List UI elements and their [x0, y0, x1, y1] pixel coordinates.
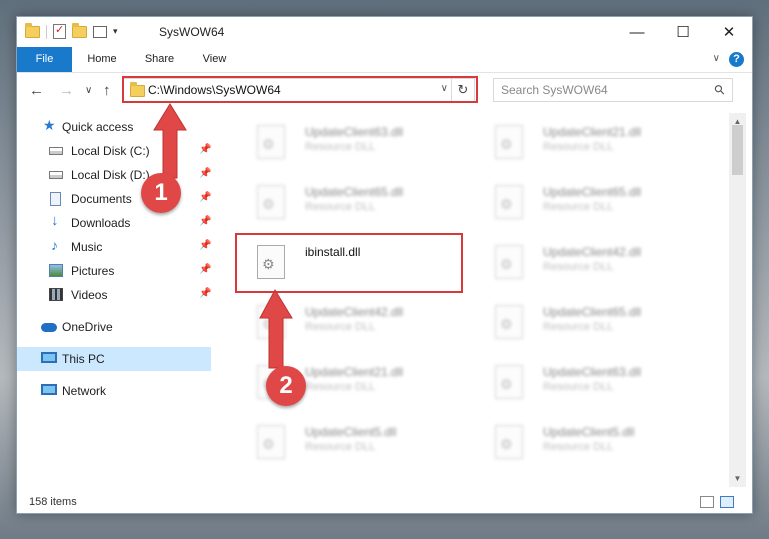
- annotation-arrows: [153, 103, 293, 369]
- step-1-badge: 1: [141, 173, 181, 213]
- arrow-1: [153, 103, 187, 179]
- arrow-2: [259, 288, 293, 369]
- step-2-badge: 2: [266, 366, 306, 406]
